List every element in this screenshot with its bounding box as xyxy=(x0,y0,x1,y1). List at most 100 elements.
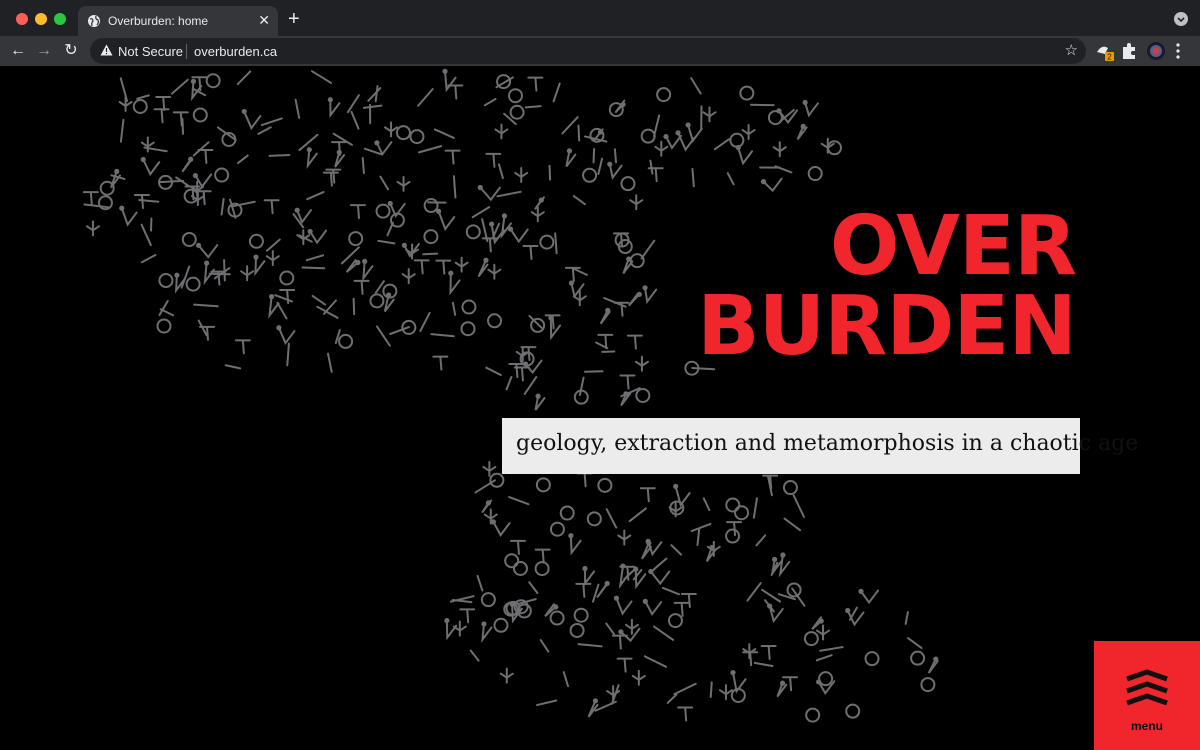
glyph-mark xyxy=(197,319,208,337)
glyph-mark xyxy=(374,140,380,146)
glyph-mark xyxy=(119,205,125,211)
glyph-mark xyxy=(493,617,509,633)
glyph-mark xyxy=(500,214,512,240)
glyph-mark xyxy=(739,85,755,101)
glyph-mark xyxy=(363,147,383,156)
minimize-window-button[interactable] xyxy=(35,13,47,25)
glyph-mark xyxy=(461,299,477,315)
forward-icon[interactable]: → xyxy=(34,41,54,61)
glyph-mark xyxy=(713,138,730,151)
glyph-mark xyxy=(348,231,364,247)
glyph-mark xyxy=(783,517,802,532)
glyph-mark xyxy=(362,104,383,109)
glyph-mark xyxy=(396,175,411,192)
zoom-window-button[interactable] xyxy=(54,13,66,25)
extension-icon[interactable]: 2 xyxy=(1094,40,1116,62)
glyph-mark xyxy=(195,242,202,248)
kebab-icon[interactable] xyxy=(1175,42,1181,60)
star-icon[interactable]: ☆ xyxy=(1065,41,1078,59)
wave-menu-icon xyxy=(1126,669,1168,706)
security-status[interactable]: Not Secure xyxy=(118,44,183,59)
glyph-mark xyxy=(675,130,681,136)
glyph-mark xyxy=(607,161,613,167)
glyph-mark xyxy=(192,107,208,123)
tab-overburden-home[interactable]: Overburden: home ✕ xyxy=(78,6,278,36)
glyph-mark xyxy=(933,656,939,662)
glyph-mark xyxy=(819,646,844,652)
glyph-mark xyxy=(220,197,225,216)
glyph-mark xyxy=(316,305,339,319)
glyph-mark xyxy=(444,617,450,624)
glyph-mark xyxy=(325,168,342,184)
glyph-mark xyxy=(349,204,366,220)
glyph-mark xyxy=(592,583,600,603)
menu-button[interactable]: menu xyxy=(1094,641,1200,750)
glyph-mark xyxy=(702,497,711,512)
glyph-mark xyxy=(522,244,539,260)
glyph-mark xyxy=(565,149,577,168)
tab-search-button[interactable] xyxy=(1174,12,1188,26)
glyph-mark xyxy=(577,643,603,648)
glyph-mark xyxy=(132,98,148,114)
glyph-mark xyxy=(507,88,523,104)
glyph-mark xyxy=(432,355,449,371)
close-window-button[interactable] xyxy=(16,13,28,25)
address-bar[interactable]: Not Secure overburden.ca ☆ xyxy=(90,38,1086,64)
glyph-mark xyxy=(477,184,483,191)
glyph-mark xyxy=(570,282,585,299)
close-icon[interactable]: ✕ xyxy=(258,12,270,29)
glyph-mark xyxy=(737,146,754,166)
url-text[interactable]: overburden.ca xyxy=(194,44,277,59)
puzzle-icon[interactable] xyxy=(1120,40,1138,62)
plus-icon[interactable]: + xyxy=(288,9,300,29)
glyph-mark xyxy=(499,667,514,684)
glyph-mark xyxy=(514,166,529,183)
glyph-mark xyxy=(279,270,295,286)
back-icon[interactable]: ← xyxy=(8,41,28,61)
glyph-mark xyxy=(460,321,476,337)
glyph-mark xyxy=(623,568,636,581)
glyph-mark xyxy=(709,681,713,699)
site-title-over[interactable]: OVER xyxy=(830,206,1077,288)
glyph-mark xyxy=(576,472,593,488)
browser-toolbar: ← → ↻ Not Secure overburden.ca ☆ 2 xyxy=(0,36,1200,66)
glyph-mark xyxy=(181,231,197,247)
glyph-mark xyxy=(731,671,747,694)
glyph-mark xyxy=(276,325,282,331)
glyph-mark xyxy=(413,259,430,275)
glyph-mark xyxy=(276,301,288,320)
glyph-mark xyxy=(562,671,570,688)
glyph-mark xyxy=(597,157,604,176)
glyph-mark xyxy=(782,676,799,692)
glyph-mark xyxy=(294,207,300,213)
glyph-mark xyxy=(670,544,682,556)
glyph-mark xyxy=(496,74,512,90)
glyph-mark xyxy=(626,334,643,350)
glyph-mark xyxy=(509,539,526,555)
glyph-mark xyxy=(613,148,617,164)
glyph-mark xyxy=(762,177,783,193)
glyph-mark xyxy=(306,191,325,201)
glyph-mark xyxy=(156,318,172,334)
glyph-mark xyxy=(384,121,399,138)
glyph-mark xyxy=(619,374,636,390)
glyph-mark xyxy=(818,671,834,687)
glyph-mark xyxy=(597,477,613,493)
glyph-mark xyxy=(864,651,880,667)
chevron-down-icon xyxy=(1177,17,1185,23)
profile-icon[interactable] xyxy=(1145,40,1167,62)
reload-icon[interactable]: ↻ xyxy=(61,41,81,61)
glyph-mark xyxy=(639,487,656,503)
glyph-mark xyxy=(197,244,219,259)
glyph-mark xyxy=(818,618,824,624)
glyph-mark xyxy=(185,276,201,292)
glyph-mark xyxy=(548,315,554,321)
glyph-mark xyxy=(530,317,546,333)
site-title-burden[interactable]: BURDEN xyxy=(697,286,1077,368)
menu-label: menu xyxy=(1130,719,1163,733)
glyph-mark xyxy=(640,239,656,260)
glyph-mark xyxy=(690,522,712,533)
glyph-mark xyxy=(268,294,275,300)
glyph-mark xyxy=(569,622,585,638)
glyph-mark xyxy=(605,622,616,636)
